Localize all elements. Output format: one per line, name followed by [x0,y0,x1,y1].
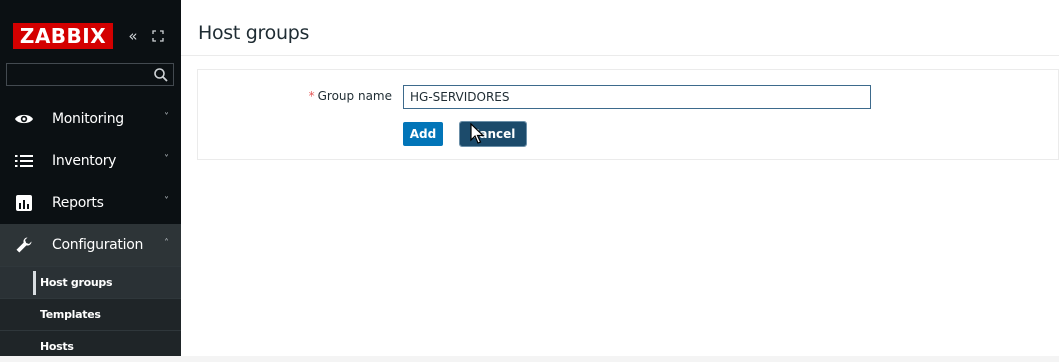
zabbix-logo[interactable]: ZABBIX [13,23,113,49]
menu-item-monitoring[interactable]: Monitoring ˅ [0,98,181,140]
submenu-item-label: Templates [40,308,101,321]
page-title: Host groups [198,22,310,44]
chevron-up-icon: ˄ [164,238,169,249]
configuration-submenu: Host groups Templates Hosts [0,266,181,356]
chevron-down-icon: ˅ [164,154,169,165]
required-mark: * [308,89,315,103]
search-input[interactable] [9,66,153,85]
menu-item-reports[interactable]: Reports ˅ [0,182,181,224]
main-content: Host groups *Group name Add Cancel [181,0,1059,356]
brand-row: ZABBIX « [0,0,181,52]
group-name-label-text: Group name [317,89,392,103]
menu-item-label: Inventory [52,153,117,169]
host-group-form: *Group name Add Cancel [197,69,1059,160]
submenu-item-label: Host groups [40,276,113,289]
fullscreen-icon [152,30,164,42]
wrench-icon [14,236,34,254]
collapse-sidebar-button[interactable]: « [122,25,144,47]
sidebar: ZABBIX « Monitoring ˅ Inventory ˅ Report… [0,0,181,356]
submenu-item-host-groups[interactable]: Host groups [0,266,181,298]
submenu-item-templates[interactable]: Templates [0,298,181,330]
bar-chart-icon [14,194,34,212]
kiosk-mode-button[interactable] [148,26,168,46]
cancel-button[interactable]: Cancel [459,121,527,147]
submenu-item-hosts[interactable]: Hosts [0,330,181,362]
menu-item-label: Configuration [52,237,144,253]
search-icon[interactable] [153,67,169,83]
chevron-down-icon: ˅ [164,112,169,123]
header-divider [181,55,1059,56]
submenu-item-label: Hosts [40,340,74,353]
chevron-down-icon: ˅ [164,196,169,207]
group-name-input[interactable] [403,85,871,109]
menu-item-label: Reports [52,195,104,211]
menu-item-inventory[interactable]: Inventory ˅ [0,140,181,182]
group-name-label: * Group name [198,89,392,103]
eye-icon [14,110,34,128]
search-box [6,63,174,86]
list-icon [14,152,34,170]
menu-item-configuration[interactable]: Configuration ˄ [0,224,181,266]
double-chevron-left-icon: « [128,27,138,45]
add-button[interactable]: Add [403,122,443,146]
menu-item-label: Monitoring [52,111,124,127]
